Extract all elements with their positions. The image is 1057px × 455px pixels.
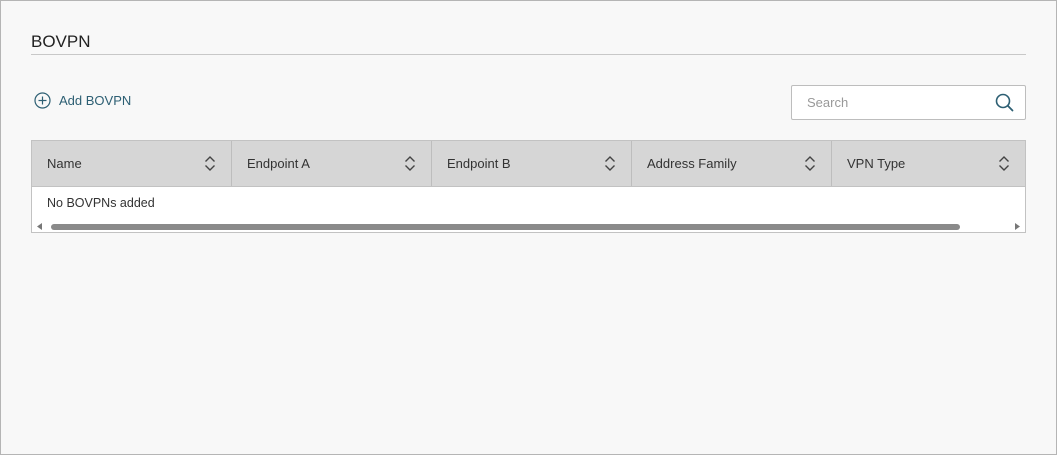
plus-circle-icon bbox=[34, 92, 51, 109]
column-label: Name bbox=[47, 156, 82, 171]
sort-icon[interactable] bbox=[204, 155, 216, 172]
horizontal-scrollbar[interactable] bbox=[32, 221, 1025, 232]
column-label: Endpoint A bbox=[247, 156, 310, 171]
add-bovpn-button[interactable]: Add BOVPN bbox=[34, 92, 131, 109]
column-label: Address Family bbox=[647, 156, 737, 171]
search-icon[interactable] bbox=[995, 93, 1014, 112]
scroll-right-icon[interactable] bbox=[1014, 223, 1020, 230]
page-frame: BOVPN Add BOVPN Name Endpoint A bbox=[0, 0, 1057, 455]
sort-icon[interactable] bbox=[804, 155, 816, 172]
sort-icon[interactable] bbox=[998, 155, 1010, 172]
scrollbar-thumb[interactable] bbox=[51, 224, 960, 230]
add-bovpn-label: Add BOVPN bbox=[59, 93, 132, 108]
sort-icon[interactable] bbox=[604, 155, 616, 172]
column-label: VPN Type bbox=[847, 156, 906, 171]
search-input[interactable] bbox=[792, 86, 982, 119]
section-divider bbox=[31, 54, 1026, 55]
empty-table-message: No BOVPNs added bbox=[47, 196, 155, 210]
column-header-name[interactable]: Name bbox=[32, 141, 232, 186]
column-header-vpn-type[interactable]: VPN Type bbox=[832, 141, 1025, 186]
column-label: Endpoint B bbox=[447, 156, 511, 171]
search-box[interactable] bbox=[791, 85, 1026, 120]
bovpn-table: Name Endpoint A Endpoint B Address Famil… bbox=[31, 140, 1026, 233]
sort-icon[interactable] bbox=[404, 155, 416, 172]
scroll-left-icon[interactable] bbox=[37, 223, 43, 230]
column-header-endpoint-b[interactable]: Endpoint B bbox=[432, 141, 632, 186]
section-title: BOVPN bbox=[31, 32, 91, 51]
column-header-address-family[interactable]: Address Family bbox=[632, 141, 832, 186]
table-header: Name Endpoint A Endpoint B Address Famil… bbox=[32, 141, 1025, 187]
column-header-endpoint-a[interactable]: Endpoint A bbox=[232, 141, 432, 186]
